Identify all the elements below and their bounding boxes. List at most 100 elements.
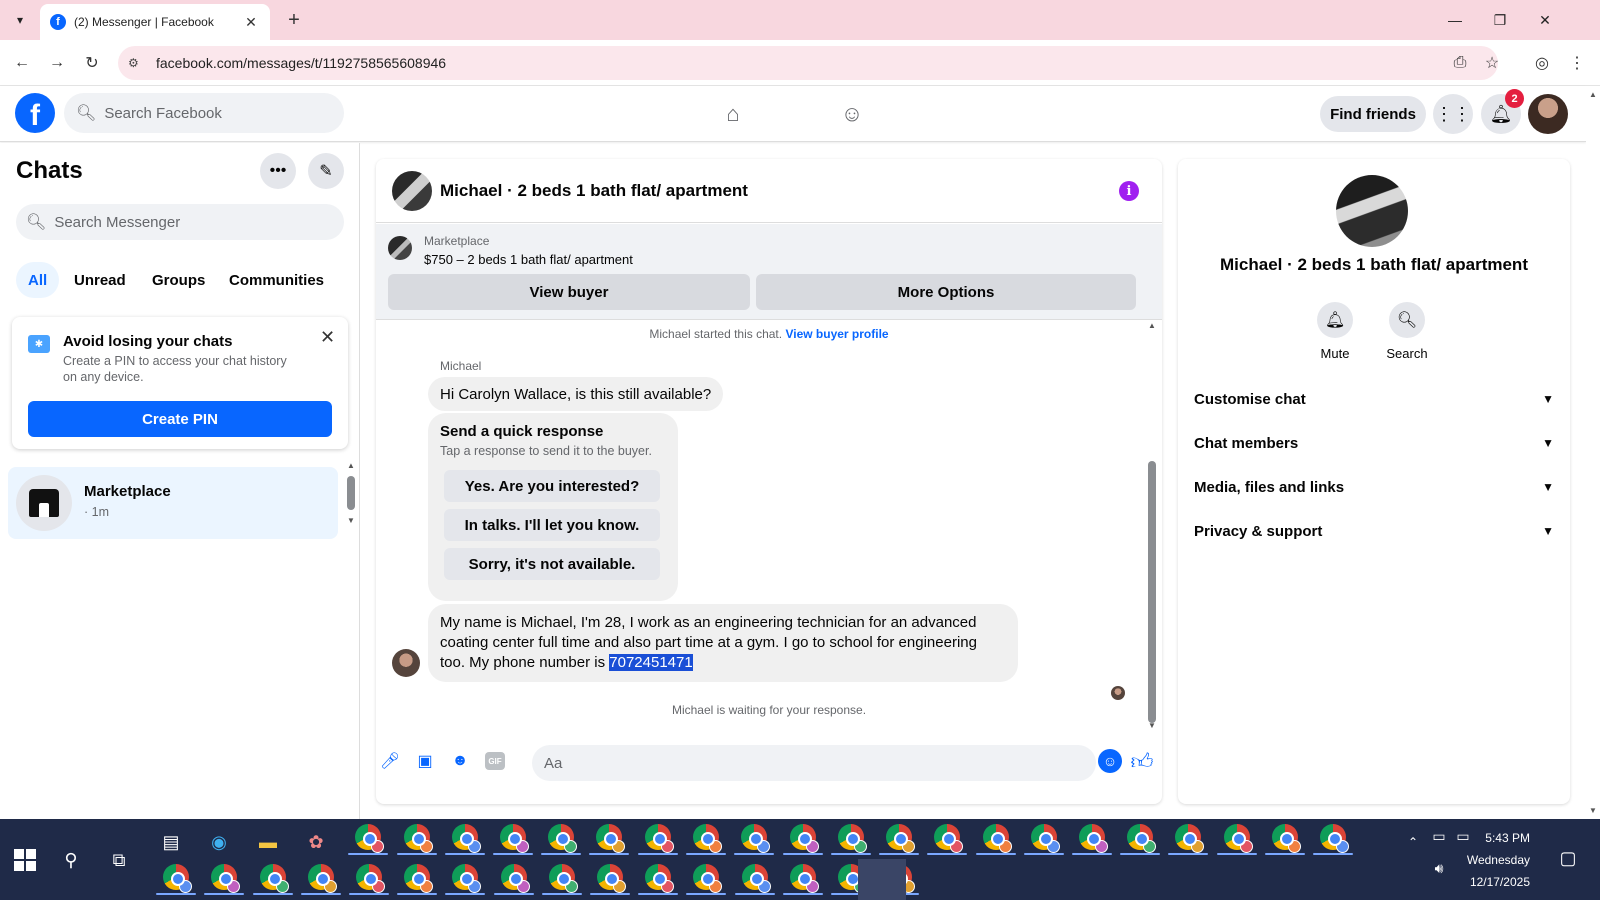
scroll-up-icon[interactable]: ▲ [1146, 321, 1158, 330]
chrome-profile-icon[interactable] [1079, 824, 1108, 853]
chrome-profile-icon[interactable] [742, 864, 771, 893]
chrome-profile-icon[interactable] [355, 824, 384, 853]
facebook-logo[interactable]: f [15, 93, 55, 133]
search-chat-button[interactable]: 🔍︎ Search [1367, 302, 1447, 361]
mute-button[interactable]: 🔔︎ Mute [1295, 302, 1375, 361]
restore-icon[interactable]: ❐ [1482, 6, 1518, 34]
chrome-profile-icon[interactable] [452, 824, 481, 853]
chrome-profile-icon[interactable] [308, 864, 337, 893]
folder-icon[interactable]: ▬ [255, 829, 281, 855]
edge-browser-icon[interactable]: ◉ [206, 829, 232, 855]
chrome-profile-icon[interactable] [501, 864, 530, 893]
file-explorer-app-icon[interactable]: ▤ [158, 829, 184, 855]
sender-avatar[interactable] [392, 649, 420, 677]
chat-title[interactable]: Michael · 2 beds 1 bath flat/ apartment [440, 181, 748, 201]
facebook-search-input[interactable]: 🔍︎ Search Facebook [64, 93, 344, 133]
scroll-down-icon[interactable]: ▼ [1586, 806, 1600, 815]
scroll-up-icon[interactable]: ▲ [346, 461, 356, 470]
section-media-files-links[interactable]: Media, files and links ▼ [1194, 467, 1554, 507]
scroll-thumb[interactable] [347, 476, 355, 510]
paint-app-icon[interactable]: ✿ [303, 829, 329, 855]
new-message-icon[interactable]: ✎ [308, 153, 344, 189]
filter-communities[interactable]: Communities [217, 262, 336, 298]
account-avatar[interactable] [1528, 94, 1568, 134]
search-icon[interactable]: ⚲ [58, 847, 84, 873]
chat-avatar[interactable] [392, 171, 432, 211]
page-scrollbar[interactable]: ▲ ▼ [1586, 86, 1600, 819]
menu-grid-icon[interactable]: ⋮⋮ [1433, 94, 1473, 134]
mic-icon[interactable]: 🎤︎ [378, 749, 402, 773]
chrome-profile-icon[interactable] [1272, 824, 1301, 853]
scroll-down-icon[interactable]: ▼ [346, 516, 356, 525]
back-icon[interactable]: ← [10, 51, 34, 75]
chrome-profile-icon[interactable] [790, 824, 819, 853]
system-clock[interactable]: 5:43 PM Wednesday 12/17/2025 [1420, 819, 1530, 900]
reload-icon[interactable]: ↻ [80, 51, 104, 75]
chrome-profile-icon[interactable] [596, 824, 625, 853]
chrome-profile-icon[interactable] [741, 824, 770, 853]
url-input[interactable]: ⚙ facebook.com/messages/t/11927585656089… [118, 46, 1498, 80]
section-privacy-support[interactable]: Privacy & support ▼ [1194, 511, 1554, 551]
phone-number-selection[interactable]: 7072451471 [609, 654, 693, 671]
chrome-profile-icon[interactable] [790, 864, 819, 893]
scroll-up-icon[interactable]: ▲ [1586, 90, 1600, 99]
chrome-profile-icon[interactable] [356, 864, 385, 893]
install-icon[interactable]: ⎙ [1448, 51, 1472, 75]
browser-tab[interactable]: f (2) Messenger | Facebook ✕ [40, 4, 270, 40]
chrome-profile-icon[interactable] [163, 864, 192, 893]
chrome-profile-icon[interactable] [983, 824, 1012, 853]
tab-list-icon[interactable]: ▾ [8, 8, 32, 32]
filter-groups[interactable]: Groups [140, 262, 217, 298]
thumbs-up-icon[interactable]: 👍︎ [1128, 747, 1156, 775]
chrome-profile-icon[interactable] [886, 824, 915, 853]
profile-icon[interactable]: ◎ [1530, 51, 1554, 75]
chrome-profile-icon[interactable] [1031, 824, 1060, 853]
chrome-profile-icon[interactable] [404, 864, 433, 893]
groups-icon[interactable]: ☺ [836, 98, 868, 130]
listing-title[interactable]: $750 – 2 beds 1 bath flat/ apartment [424, 252, 633, 267]
emoji-icon[interactable]: ☺ [1098, 749, 1122, 773]
task-view-icon[interactable]: ⧉ [106, 847, 132, 873]
chrome-profile-icon[interactable] [693, 824, 722, 853]
chrome-profile-icon[interactable] [934, 824, 963, 853]
scroll-thumb[interactable] [1148, 461, 1156, 723]
new-tab-icon[interactable]: + [282, 8, 306, 32]
chrome-profile-icon[interactable] [645, 824, 674, 853]
chrome-profile-icon[interactable] [838, 824, 867, 853]
chrome-profile-icon[interactable] [645, 864, 674, 893]
windows-start-icon[interactable] [14, 849, 36, 871]
chrome-profile-icon[interactable] [404, 824, 433, 853]
close-window-icon[interactable]: ✕ [1527, 6, 1563, 34]
more-options-icon[interactable]: ••• [260, 153, 296, 189]
create-pin-button[interactable]: Create PIN [28, 401, 332, 437]
quick-response-option[interactable]: Sorry, it's not available. [444, 548, 660, 580]
site-settings-icon[interactable]: ⚙ [128, 56, 148, 70]
star-icon[interactable]: ☆ [1480, 51, 1504, 75]
sidebar-scrollbar[interactable]: ▲ ▼ [346, 461, 356, 531]
view-buyer-profile-link[interactable]: View buyer profile [785, 327, 888, 341]
view-buyer-button[interactable]: View buyer [388, 274, 750, 310]
quick-response-option[interactable]: Yes. Are you interested? [444, 470, 660, 502]
chrome-profile-icon[interactable] [693, 864, 722, 893]
sticker-icon[interactable]: ☻ [448, 749, 472, 773]
info-icon[interactable]: i [1119, 181, 1139, 201]
chrome-profile-icon[interactable] [597, 864, 626, 893]
more-options-button[interactable]: More Options [756, 274, 1136, 310]
photo-icon[interactable]: ▣ [413, 749, 437, 773]
forward-icon[interactable]: → [45, 51, 69, 75]
chrome-profile-icon[interactable] [500, 824, 529, 853]
close-tab-icon[interactable]: ✕ [242, 14, 260, 31]
chat-scrollbar[interactable]: ▲ ▼ [1146, 321, 1158, 731]
conversation-item-marketplace[interactable]: Marketplace · 1m [8, 467, 338, 539]
chrome-profile-icon[interactable] [260, 864, 289, 893]
scroll-down-icon[interactable]: ▼ [1146, 721, 1158, 730]
section-chat-members[interactable]: Chat members ▼ [1194, 423, 1554, 463]
section-customise-chat[interactable]: Customise chat ▼ [1194, 379, 1554, 419]
chrome-profile-icon[interactable] [211, 864, 240, 893]
listing-avatar[interactable] [1336, 175, 1408, 247]
minimize-icon[interactable]: — [1437, 6, 1473, 34]
filter-all[interactable]: All [16, 262, 60, 298]
home-icon[interactable]: ⌂ [717, 98, 749, 130]
chrome-profile-icon[interactable] [452, 864, 481, 893]
chrome-profile-icon[interactable] [1127, 824, 1156, 853]
